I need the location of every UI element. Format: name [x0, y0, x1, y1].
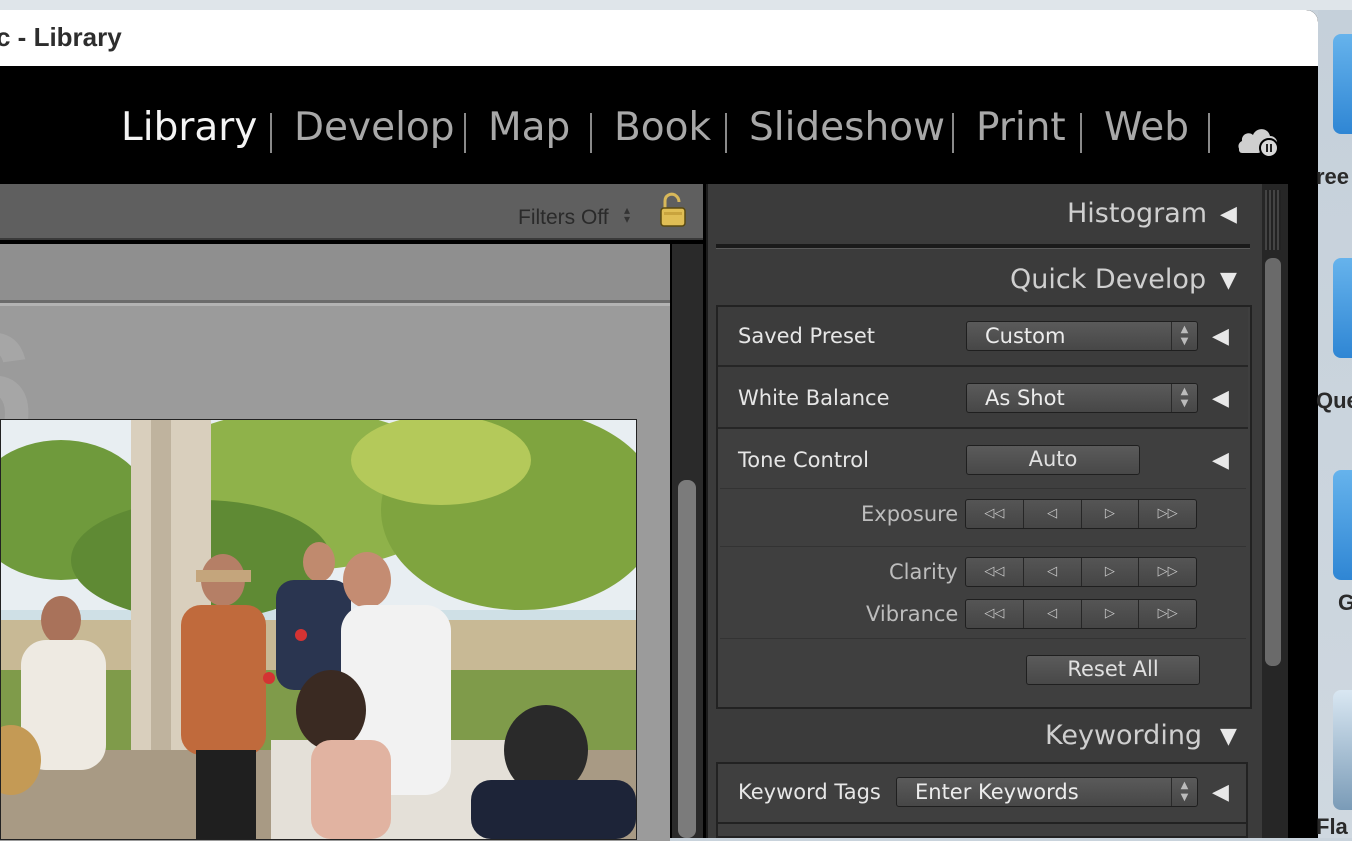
select-spinner-icon: ▲ ▼: [1171, 322, 1197, 350]
clarity-label: Clarity: [889, 560, 958, 584]
desktop-item-label[interactable]: Fla: [1316, 814, 1348, 840]
clarity-stepper[interactable]: ◁◁ ◁ ▷ ▷▷: [965, 557, 1197, 587]
module-slideshow[interactable]: Slideshow: [749, 108, 945, 147]
tone-control-label: Tone Control: [738, 448, 869, 472]
window-title: c - Library: [0, 22, 122, 52]
white-balance-value: As Shot: [985, 386, 1065, 410]
keywording-panel-header[interactable]: Keywording: [1045, 720, 1202, 751]
white-balance-disclosure-icon[interactable]: ◀: [1212, 388, 1229, 410]
right-panel-scrollbar-thumb[interactable]: [1265, 258, 1281, 666]
vibrance-small-decrease-icon[interactable]: ◁: [1024, 600, 1082, 628]
panel-divider: [716, 244, 1250, 249]
desktop-item-label[interactable]: G: [1338, 590, 1352, 616]
module-separator: [590, 113, 592, 153]
saved-preset-value: Custom: [985, 324, 1066, 348]
clarity-small-decrease-icon[interactable]: ◁: [1024, 558, 1082, 586]
clarity-small-increase-icon[interactable]: ▷: [1082, 558, 1140, 586]
keywording-expand-icon[interactable]: ▼: [1220, 726, 1237, 748]
module-separator: [725, 113, 727, 153]
module-separator: [952, 113, 954, 153]
desktop-folder-icon[interactable]: [1333, 258, 1352, 358]
saved-preset-label: Saved Preset: [738, 324, 876, 348]
module-book[interactable]: Book: [614, 108, 711, 147]
module-separator: [270, 113, 272, 153]
module-separator: [1080, 113, 1082, 153]
reset-all-button[interactable]: Reset All: [1026, 655, 1200, 685]
module-print[interactable]: Print: [976, 108, 1066, 147]
module-map[interactable]: Map: [488, 108, 570, 147]
vibrance-large-increase-icon[interactable]: ▷▷: [1139, 600, 1196, 628]
saved-preset-select[interactable]: Custom ▲ ▼: [966, 321, 1198, 351]
filters-dropdown-arrows-icon: ▴ ▾: [624, 203, 631, 226]
module-web[interactable]: Web: [1104, 108, 1189, 147]
desktop-folder-icon[interactable]: [1333, 34, 1352, 134]
tone-control-disclosure-icon[interactable]: ◀: [1212, 450, 1229, 472]
keyword-tags-value: Enter Keywords: [915, 780, 1079, 804]
exposure-small-decrease-icon[interactable]: ◁: [1024, 500, 1082, 528]
vibrance-small-increase-icon[interactable]: ▷: [1082, 600, 1140, 628]
clarity-large-decrease-icon[interactable]: ◁◁: [966, 558, 1024, 586]
select-spinner-icon: ▲ ▼: [1171, 384, 1197, 412]
white-balance-select[interactable]: As Shot ▲ ▼: [966, 383, 1198, 413]
exposure-stepper[interactable]: ◁◁ ◁ ▷ ▷▷: [965, 499, 1197, 529]
desktop-item-label[interactable]: ree: [1316, 164, 1349, 190]
exposure-label: Exposure: [861, 502, 959, 526]
histogram-panel-header[interactable]: Histogram: [1067, 198, 1207, 229]
keyword-tags-disclosure-icon[interactable]: ◀: [1212, 782, 1229, 804]
desktop-image-icon[interactable]: [1333, 690, 1352, 810]
right-panel-grip[interactable]: [1265, 190, 1281, 250]
exposure-small-increase-icon[interactable]: ▷: [1082, 500, 1140, 528]
keyword-tags-label: Keyword Tags: [738, 780, 881, 804]
vibrance-label: Vibrance: [866, 602, 959, 626]
module-separator: [1208, 113, 1210, 153]
row-divider: [716, 822, 1248, 824]
tone-auto-button[interactable]: Auto: [966, 445, 1140, 475]
histogram-collapse-icon[interactable]: ◀: [1220, 204, 1237, 226]
row-divider: [720, 488, 1246, 489]
white-balance-label: White Balance: [738, 386, 890, 410]
filters-dropdown[interactable]: Filters Off: [518, 206, 609, 230]
desktop-top-strip: [0, 0, 1352, 10]
unlock-icon[interactable]: [658, 192, 688, 228]
keyword-tags-select[interactable]: Enter Keywords ▲ ▼: [896, 777, 1198, 807]
desktop-folder-icon[interactable]: [1333, 470, 1352, 580]
cloud-sync-icon[interactable]: [1235, 124, 1281, 158]
exposure-large-decrease-icon[interactable]: ◁◁: [966, 500, 1024, 528]
title-bar: c - Library: [0, 10, 1318, 66]
exposure-large-increase-icon[interactable]: ▷▷: [1139, 500, 1196, 528]
grid-scrollbar-thumb[interactable]: [678, 480, 696, 838]
module-develop[interactable]: Develop: [294, 108, 455, 147]
row-divider: [720, 546, 1246, 547]
quick-develop-panel-header[interactable]: Quick Develop: [1010, 264, 1206, 295]
clarity-large-increase-icon[interactable]: ▷▷: [1139, 558, 1196, 586]
saved-preset-disclosure-icon[interactable]: ◀: [1212, 326, 1229, 348]
row-divider: [720, 638, 1246, 639]
select-spinner-icon: ▲ ▼: [1171, 778, 1197, 806]
photo-thumbnail[interactable]: [0, 419, 637, 840]
vibrance-stepper[interactable]: ◁◁ ◁ ▷ ▷▷: [965, 599, 1197, 629]
module-separator: [464, 113, 466, 153]
quick-develop-expand-icon[interactable]: ▼: [1220, 270, 1237, 292]
vibrance-large-decrease-icon[interactable]: ◁◁: [966, 600, 1024, 628]
module-library[interactable]: Library: [121, 108, 257, 147]
grid-cell-previous: [0, 244, 670, 303]
desktop-item-label[interactable]: Que: [1316, 388, 1352, 414]
photo-image: [1, 420, 636, 839]
